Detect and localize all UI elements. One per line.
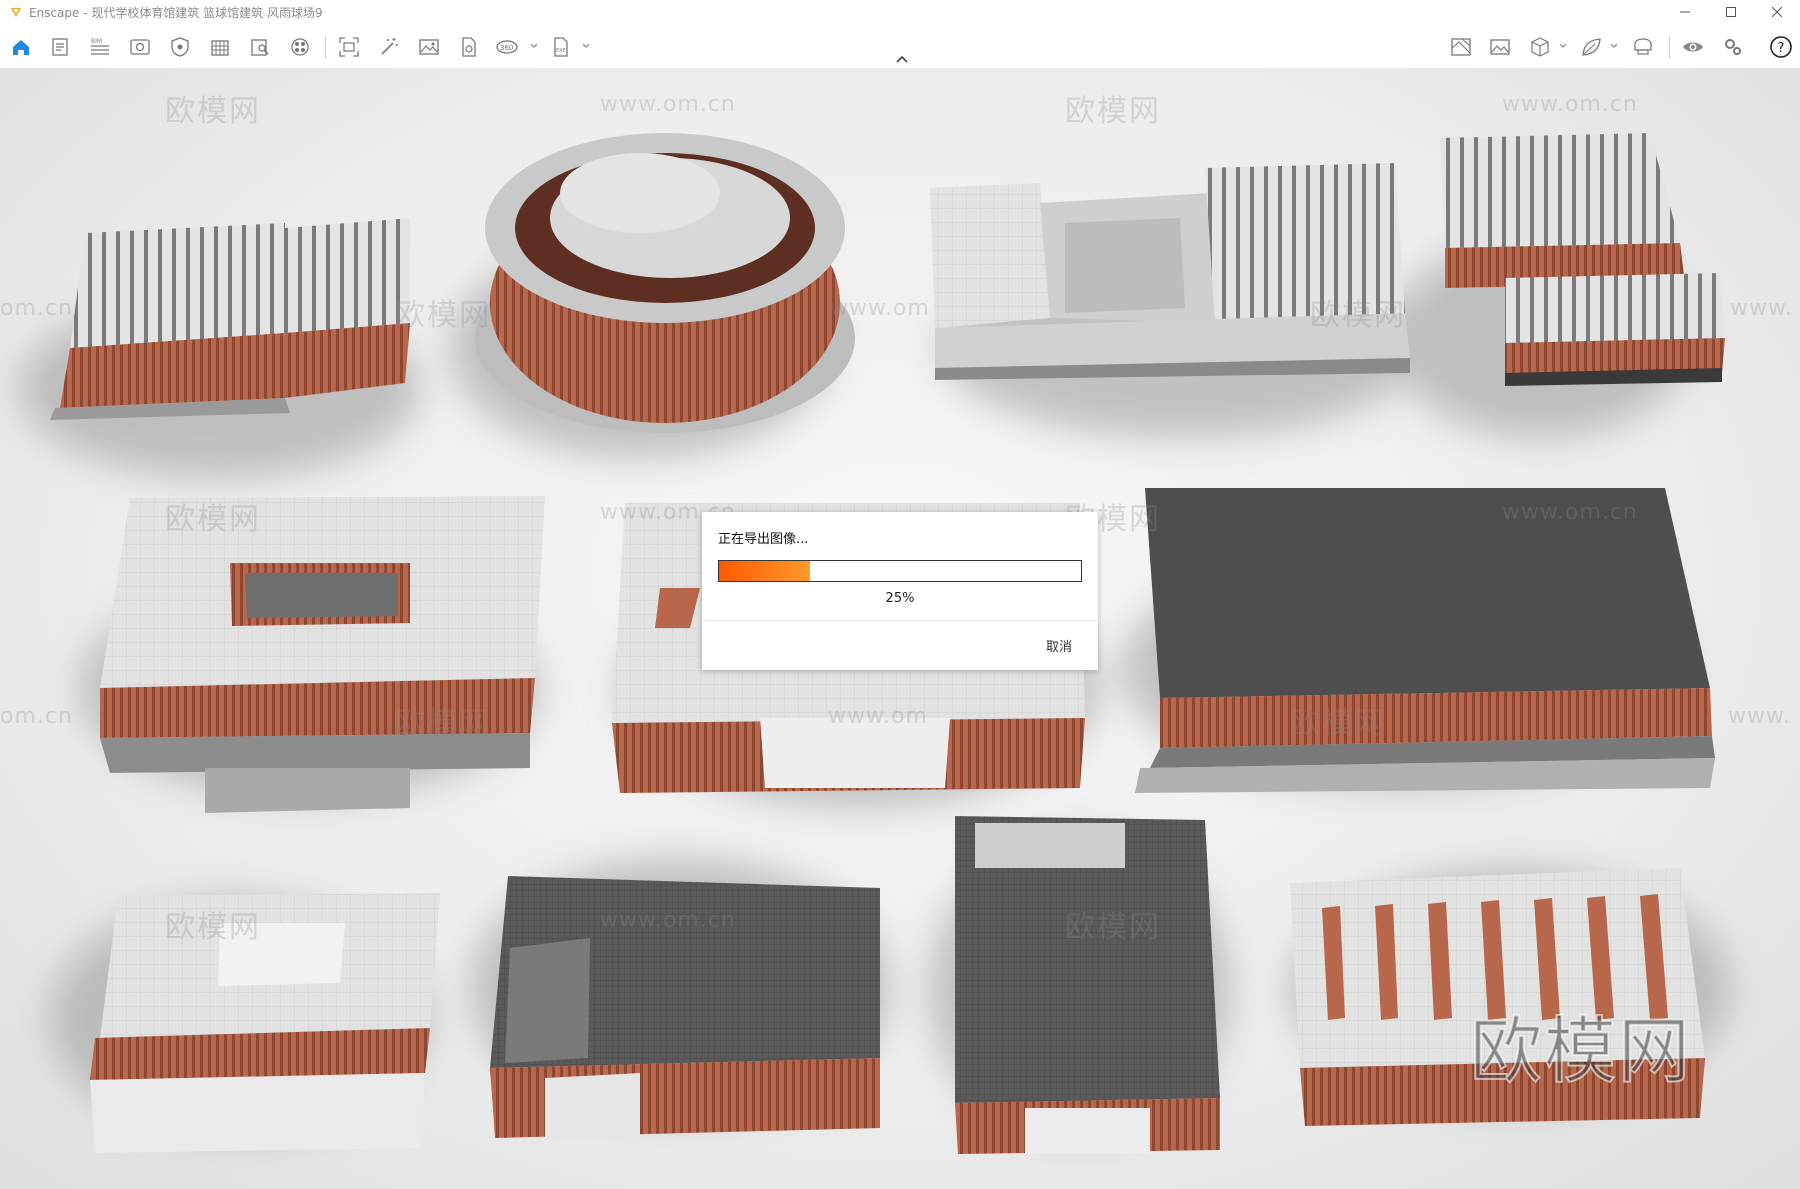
view-icon [130, 39, 150, 55]
cube-icon [1531, 37, 1549, 57]
building-model-5 [100, 496, 545, 813]
minimize-button[interactable] [1662, 0, 1708, 24]
progress-bar [718, 560, 1082, 582]
enscape-logo-icon [11, 8, 21, 17]
chevron-down-icon[interactable] [1609, 40, 1619, 52]
svg-text:?: ? [1778, 41, 1785, 56]
vr-headset-icon [1634, 38, 1652, 55]
maximize-button[interactable] [1708, 0, 1754, 24]
watermark-brand: 欧模网 [165, 94, 261, 129]
chevron-down-icon[interactable] [529, 40, 539, 52]
watermark-brand: 欧模网 [1065, 910, 1161, 945]
watermark-url: om.cn [0, 296, 73, 321]
progress-fill [719, 561, 810, 581]
settings-icon [1725, 39, 1741, 55]
image-button[interactable] [416, 34, 442, 60]
chevron-down-icon[interactable] [1558, 40, 1568, 52]
document-icon [52, 38, 68, 56]
building-model-10 [955, 816, 1220, 1154]
export-progress-dialog: 正在导出图像... 25% 取消 [702, 512, 1098, 670]
screenshot-icon [339, 37, 359, 57]
building-button[interactable] [207, 34, 233, 60]
bim-button[interactable]: BIM [87, 34, 113, 60]
close-button[interactable] [1754, 0, 1800, 24]
building-model-7 [1135, 488, 1715, 793]
watermark-brand: 欧模网 [1310, 298, 1406, 333]
screenshot-button[interactable] [336, 34, 362, 60]
watermark-brand: 欧模网 [395, 706, 491, 741]
svg-text:BIM: BIM [91, 38, 102, 45]
gallery-icon [1490, 39, 1510, 55]
cube-button[interactable] [1527, 34, 1553, 60]
view-button[interactable] [127, 34, 153, 60]
toolbar-separator [325, 35, 326, 59]
watermark-url: www.om.cn [600, 92, 736, 117]
watermark-url: www.om [828, 704, 928, 729]
watermark-url: www.om [830, 296, 930, 321]
settings-button[interactable] [1720, 34, 1746, 60]
toolbar-collapse-toggle[interactable] [893, 53, 911, 65]
assets-icon [291, 38, 309, 56]
watermark-brand: 欧模网 [395, 298, 491, 333]
watermark-brand-large: 欧模网 [1469, 1008, 1693, 1094]
close-icon [1772, 7, 1782, 17]
help-icon: ? [1770, 36, 1792, 58]
dialog-title: 正在导出图像... [718, 532, 809, 547]
watermark-brand: 欧模网 [165, 910, 261, 945]
magic-wand-button[interactable] [376, 34, 402, 60]
minimize-icon [1680, 11, 1690, 13]
cancel-button[interactable]: 取消 [1046, 636, 1072, 655]
watermark-url: www.om.cn [600, 908, 736, 933]
exe-export-button[interactable]: EXE [548, 34, 574, 60]
file-icon [462, 37, 476, 57]
watermark-brand: 欧模网 [1290, 706, 1386, 741]
leaf-button[interactable] [1578, 34, 1604, 60]
home-button[interactable] [8, 34, 34, 60]
gallery-button[interactable] [1487, 34, 1513, 60]
map-button[interactable] [1448, 34, 1474, 60]
help-button[interactable]: ? [1768, 34, 1794, 60]
watermark-url: www.om.cn [1502, 92, 1638, 117]
watermark-url: www. [1728, 704, 1791, 729]
shield-icon [171, 37, 189, 57]
title-bar: Enscape - 现代学校体育馆建筑 篮球馆建筑 风雨球场9 [0, 0, 1800, 24]
shield-button[interactable] [167, 34, 193, 60]
book-search-icon [251, 39, 269, 56]
building-model-2 [475, 133, 855, 433]
eye-button[interactable] [1680, 34, 1706, 60]
map-icon [1451, 38, 1471, 56]
dialog-divider [702, 620, 1098, 621]
watermark-url: om.cn [0, 704, 73, 729]
svg-text:360: 360 [500, 44, 513, 52]
window-title: Enscape - 现代学校体育馆建筑 篮球馆建筑 风雨球场9 [29, 5, 323, 20]
watermark-url: www.om.cn [1502, 500, 1638, 525]
document-button[interactable] [47, 34, 73, 60]
chevron-up-icon [896, 55, 908, 63]
watermark-url: www. [1730, 296, 1793, 321]
panorama-360-button[interactable]: 360 [494, 34, 520, 60]
bim-icon: BIM [91, 38, 109, 55]
leaf-icon [1582, 38, 1601, 56]
vr-headset-button[interactable] [1630, 34, 1656, 60]
toolbar-separator [1669, 35, 1670, 59]
building-model-3 [930, 163, 1410, 380]
assets-button[interactable] [287, 34, 313, 60]
panorama-360-icon: 360 [496, 40, 518, 54]
file-button[interactable] [456, 34, 482, 60]
maximize-icon [1726, 7, 1736, 17]
image-icon [419, 39, 439, 55]
chevron-down-icon[interactable] [581, 40, 591, 52]
watermark-brand: 欧模网 [1065, 94, 1161, 129]
building-icon [211, 40, 229, 56]
progress-percentage: 25% [885, 591, 915, 606]
window-controls [1662, 0, 1800, 24]
building-model-8 [90, 893, 440, 1153]
exe-export-icon: EXE [554, 37, 568, 57]
home-icon [13, 40, 29, 55]
eye-icon [1683, 42, 1703, 52]
book-search-button[interactable] [247, 34, 273, 60]
magic-wand-icon [381, 38, 398, 55]
watermark-brand: 欧模网 [165, 502, 261, 537]
svg-text:EXE: EXE [556, 48, 566, 54]
